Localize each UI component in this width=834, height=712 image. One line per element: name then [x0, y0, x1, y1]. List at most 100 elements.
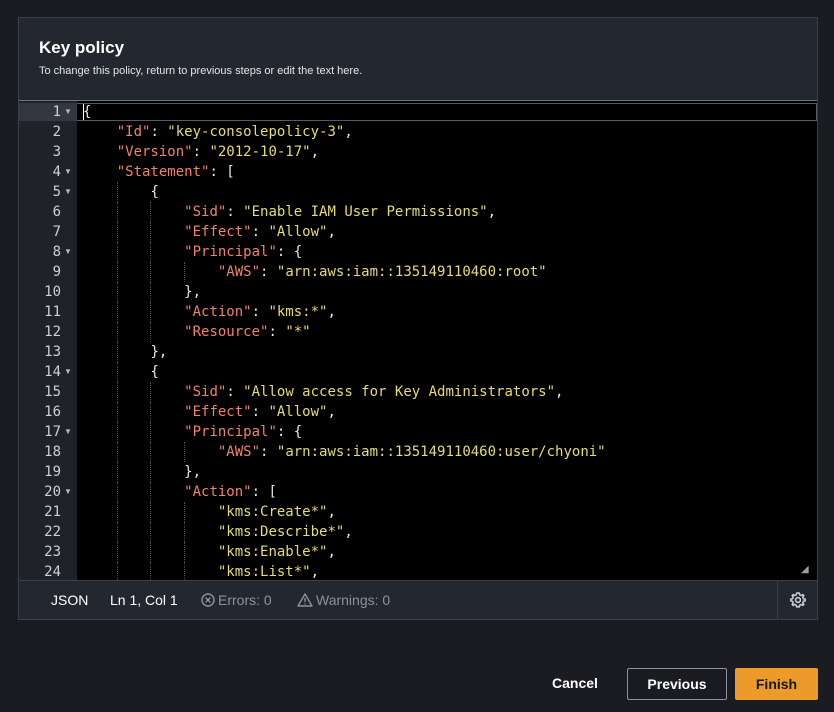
- line-number: 10: [44, 284, 61, 300]
- code-line[interactable]: },: [150, 342, 167, 362]
- json-punctuation: },: [184, 464, 202, 480]
- cancel-button[interactable]: Cancel: [545, 668, 605, 700]
- indent-guide: [116, 382, 118, 402]
- page-title: Key policy: [39, 38, 125, 57]
- indent-guide: [150, 222, 152, 242]
- code-line[interactable]: "Effect": "Allow",: [184, 402, 336, 422]
- code-line[interactable]: "kms:Enable*",: [218, 542, 336, 562]
- json-string: "2012-10-17": [209, 144, 311, 160]
- indent-guide: [116, 422, 118, 442]
- json-punctuation: ,: [310, 564, 320, 580]
- indent-guide: [116, 242, 118, 262]
- json-punctuation: ,: [327, 224, 336, 240]
- code-line[interactable]: "Action": "kms:*",: [184, 302, 336, 322]
- code-line[interactable]: "AWS": "arn:aws:iam::135149110460:root": [218, 262, 547, 282]
- code-line[interactable]: {: [150, 182, 158, 202]
- text-cursor: [83, 104, 84, 120]
- code-line[interactable]: "kms:List*",: [218, 562, 319, 580]
- code-line[interactable]: "Sid": "Allow access for Key Administrat…: [184, 382, 563, 402]
- json-punctuation: : [: [209, 164, 235, 180]
- json-punctuation: :: [251, 224, 269, 240]
- json-key: "Sid": [184, 384, 227, 400]
- indent-guide: [150, 482, 152, 502]
- code-line[interactable]: "Resource": "*": [184, 322, 310, 342]
- indent-guide: [150, 202, 152, 222]
- errors-indicator[interactable]: Errors: 0: [201, 592, 272, 608]
- json-key: "Statement": [116, 164, 210, 180]
- indent-guide: [150, 282, 152, 302]
- fold-toggle-icon[interactable]: ▼: [64, 242, 74, 262]
- json-punctuation: :: [251, 304, 269, 320]
- indent-guide: [116, 442, 118, 462]
- code-line[interactable]: "Id": "key-consolepolicy-3",: [117, 122, 353, 142]
- fold-toggle-icon[interactable]: ▼: [64, 102, 74, 122]
- code-line[interactable]: "Principal": {: [184, 422, 302, 442]
- code-line[interactable]: {: [83, 102, 91, 122]
- json-key: "AWS": [217, 264, 261, 280]
- indent-guide: [116, 202, 118, 222]
- fold-toggle-icon[interactable]: ▼: [64, 422, 74, 442]
- code-line[interactable]: "Effect": "Allow",: [184, 222, 336, 242]
- language-mode[interactable]: JSON: [51, 592, 88, 608]
- line-number: 23: [44, 544, 61, 560]
- json-punctuation: {: [83, 104, 92, 120]
- json-punctuation: ,: [310, 144, 320, 160]
- json-punctuation: :: [226, 204, 244, 220]
- code-line[interactable]: "AWS": "arn:aws:iam::135149110460:user/c…: [218, 442, 606, 462]
- json-punctuation: ,: [344, 124, 353, 140]
- indent-guide: [116, 302, 118, 322]
- fold-toggle-icon[interactable]: ▼: [64, 362, 74, 382]
- previous-button[interactable]: Previous: [627, 668, 727, 700]
- indent-guide: [116, 562, 118, 580]
- indent-guide: [184, 262, 186, 282]
- code-line[interactable]: "Version": "2012-10-17",: [117, 142, 319, 162]
- line-number: 9: [52, 264, 61, 280]
- indent-guide: [116, 482, 118, 502]
- json-punctuation: ,: [327, 404, 336, 420]
- indent-guide: [116, 262, 118, 282]
- code-line[interactable]: },: [184, 282, 201, 302]
- code-line[interactable]: "Sid": "Enable IAM User Permissions",: [184, 202, 496, 222]
- resize-handle-icon[interactable]: ◢: [801, 564, 813, 576]
- fold-toggle-icon[interactable]: ▼: [64, 182, 74, 202]
- line-number: 18: [44, 444, 61, 460]
- policy-json-editor[interactable]: 1 ▼ 2 3 4 ▼ 5 ▼ 6 7 8 ▼ 9 10 11 12 13 14 ▼ 15 16 17 ▼ 18 19 20 ▼ 21…: [19, 100, 817, 580]
- json-punctuation: },: [150, 344, 168, 360]
- json-key: "AWS": [217, 444, 261, 460]
- line-number: 6: [52, 204, 61, 220]
- json-key: "Version": [116, 144, 193, 160]
- json-punctuation: ,: [327, 544, 336, 560]
- line-number: 11: [44, 304, 61, 320]
- json-string: "Enable IAM User Permissions": [243, 204, 488, 220]
- json-punctuation: :: [251, 404, 269, 420]
- fold-toggle-icon[interactable]: ▼: [64, 162, 74, 182]
- finish-button[interactable]: Finish: [735, 668, 818, 700]
- code-line[interactable]: {: [150, 362, 158, 382]
- json-punctuation: {: [150, 184, 159, 200]
- code-line[interactable]: "Statement": [: [117, 162, 235, 182]
- indent-guide: [184, 562, 186, 580]
- settings-button[interactable]: [777, 581, 817, 620]
- code-line[interactable]: "Action": [: [184, 482, 277, 502]
- json-string: "kms:*": [268, 304, 328, 320]
- indent-guide: [184, 542, 186, 562]
- indent-guide: [150, 442, 152, 462]
- json-key: "Principal": [184, 244, 277, 260]
- line-number: 7: [52, 224, 61, 240]
- warnings-indicator[interactable]: Warnings: 0: [297, 592, 390, 608]
- line-number: 5: [52, 184, 61, 200]
- code-line[interactable]: "kms:Describe*",: [218, 522, 353, 542]
- json-punctuation: : {: [276, 244, 303, 260]
- json-string: "kms:Describe*": [217, 524, 345, 540]
- json-key: "Effect": [184, 224, 252, 240]
- code-line[interactable]: "Principal": {: [184, 242, 302, 262]
- line-number: 15: [44, 384, 61, 400]
- active-line-highlight: [77, 103, 817, 121]
- fold-toggle-icon[interactable]: ▼: [64, 482, 74, 502]
- code-line[interactable]: },: [184, 462, 201, 482]
- code-line[interactable]: "kms:Create*",: [218, 502, 336, 522]
- json-punctuation: : {: [276, 424, 303, 440]
- line-number: 20: [44, 484, 61, 500]
- json-punctuation: :: [226, 384, 244, 400]
- json-punctuation: },: [184, 284, 202, 300]
